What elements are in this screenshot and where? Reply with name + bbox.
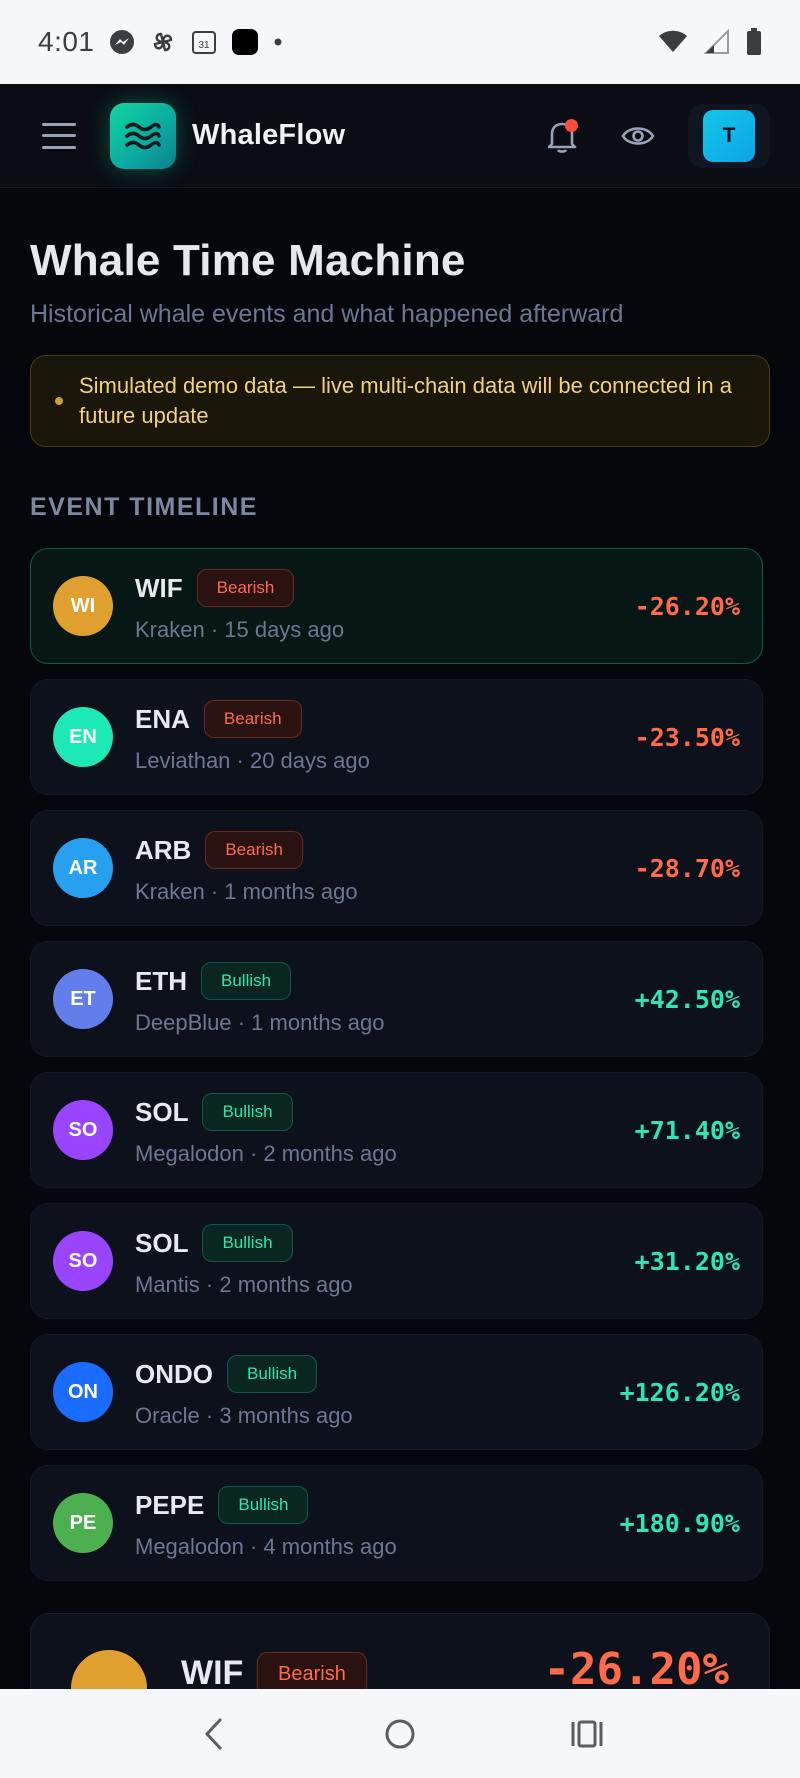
- page-subtitle: Historical whale events and what happene…: [30, 300, 624, 328]
- sentiment-badge: Bearish: [196, 569, 295, 607]
- price-change: +180.90%: [619, 1508, 740, 1538]
- avatar: T: [703, 109, 755, 162]
- demo-data-notice: Simulated demo data — live multi-chain d…: [30, 355, 770, 447]
- notifications-bell-icon[interactable]: [542, 116, 582, 156]
- coin-avatar: EN: [53, 707, 113, 767]
- event-row[interactable]: ET ETH Bullish DeepBlue · 1 months ago +42.5…: [30, 941, 763, 1057]
- clock: 4:01: [38, 26, 95, 57]
- watchlist-eye-icon[interactable]: [618, 116, 658, 156]
- event-row[interactable]: WI WIF Bearish Kraken · 15 days ago -26.20%: [30, 548, 763, 664]
- detail-ticker: WIF: [181, 1654, 244, 1692]
- coin-ticker: ENA: [135, 703, 190, 734]
- event-row[interactable]: ON ONDO Bullish Oracle · 3 months ago +126.2…: [30, 1334, 763, 1450]
- event-meta: Kraken · 1 months ago: [135, 879, 358, 904]
- sentiment-badge: Bearish: [205, 831, 303, 869]
- system-navigation-bar: [0, 1689, 800, 1778]
- notification-dot: [565, 118, 578, 132]
- coin-avatar: PE: [53, 1493, 113, 1553]
- price-change: -26.20%: [634, 591, 740, 621]
- detail-change: -26.20%: [543, 1644, 729, 1695]
- notice-dot-icon: [55, 397, 63, 405]
- menu-icon[interactable]: [42, 122, 76, 149]
- event-meta: Megalodon · 4 months ago: [135, 1534, 397, 1559]
- profile-button[interactable]: T: [688, 103, 770, 168]
- calendar-icon: 31: [191, 29, 217, 55]
- event-info: WIF Bearish Kraken · 15 days ago: [135, 569, 344, 643]
- section-heading: EVENT TIMELINE: [30, 493, 258, 521]
- sentiment-badge: Bearish: [203, 700, 302, 738]
- coin-avatar: SO: [53, 1231, 113, 1291]
- whale-waves-logo-icon: [110, 102, 176, 169]
- recent-apps-icon[interactable]: [557, 1704, 617, 1764]
- event-row[interactable]: AR ARB Bearish Kraken · 1 months ago -28.70%: [30, 810, 763, 926]
- event-info: SOL Bullish Mantis · 2 months ago: [135, 1224, 353, 1298]
- event-header: ETH Bullish: [135, 962, 385, 1000]
- event-header: SOL Bullish: [135, 1093, 397, 1131]
- svg-text:31: 31: [198, 40, 210, 51]
- event-row[interactable]: SO SOL Bullish Mantis · 2 months ago +31.20%: [30, 1203, 763, 1319]
- system-status-bar: 4:01 31: [0, 0, 800, 84]
- coin-ticker: ETH: [135, 965, 187, 996]
- event-row[interactable]: SO SOL Bullish Megalodon · 2 months ago +71.…: [30, 1072, 763, 1188]
- more-notifications-dot-icon: [273, 37, 283, 47]
- coin-avatar: SO: [53, 1100, 113, 1160]
- notice-text: Simulated demo data — live multi-chain d…: [79, 373, 733, 428]
- wifi-icon: [658, 30, 688, 54]
- sentiment-badge: Bullish: [227, 1355, 318, 1393]
- sentiment-badge: Bullish: [218, 1486, 309, 1524]
- event-meta: Kraken · 15 days ago: [135, 617, 345, 642]
- messenger-icon: [109, 29, 135, 55]
- coin-ticker: SOL: [135, 1096, 189, 1127]
- coin-avatar: WI: [53, 576, 113, 636]
- event-header: WIF Bearish: [135, 569, 344, 607]
- price-change: -23.50%: [634, 722, 740, 752]
- event-header: SOL Bullish: [135, 1224, 353, 1262]
- coin-avatar: AR: [53, 838, 113, 898]
- event-header: PEPE Bullish: [135, 1486, 397, 1524]
- coin-avatar: ET: [53, 969, 113, 1029]
- sentiment-badge: Bullish: [201, 962, 292, 1000]
- battery-icon: [746, 28, 762, 56]
- app-notification-icon: [231, 28, 259, 56]
- event-info: PEPE Bullish Megalodon · 4 months ago: [135, 1486, 397, 1560]
- event-info: ENA Bearish Leviathan · 20 days ago: [135, 700, 370, 774]
- price-change: +71.40%: [634, 1115, 740, 1145]
- coin-ticker: ONDO: [135, 1358, 213, 1389]
- sentiment-badge: Bullish: [202, 1224, 293, 1262]
- sentiment-badge: Bullish: [202, 1093, 293, 1131]
- back-icon[interactable]: [183, 1704, 243, 1764]
- main-content: Whale Time Machine Historical whale even…: [30, 188, 770, 1773]
- coin-ticker: ARB: [135, 834, 192, 865]
- event-meta: Oracle · 3 months ago: [135, 1403, 353, 1428]
- event-info: SOL Bullish Megalodon · 2 months ago: [135, 1093, 397, 1167]
- event-info: ETH Bullish DeepBlue · 1 months ago: [135, 962, 385, 1036]
- event-row[interactable]: PE PEPE Bullish Megalodon · 4 months ago +18…: [30, 1465, 763, 1581]
- coin-ticker: SOL: [135, 1227, 189, 1258]
- pinwheel-icon: [149, 28, 177, 56]
- event-info: ONDO Bullish Oracle · 3 months ago: [135, 1355, 353, 1429]
- event-header: ENA Bearish: [135, 700, 370, 738]
- coin-ticker: PEPE: [135, 1489, 205, 1520]
- coin-ticker: WIF: [135, 572, 183, 603]
- event-meta: Mantis · 2 months ago: [135, 1272, 353, 1297]
- app-header: WhaleFlow T: [0, 84, 800, 188]
- price-change: +126.20%: [619, 1377, 740, 1407]
- price-change: +31.20%: [634, 1246, 740, 1276]
- event-timeline: WI WIF Bearish Kraken · 15 days ago -26.20% E…: [30, 548, 763, 1581]
- price-change: -28.70%: [634, 853, 740, 883]
- event-info: ARB Bearish Kraken · 1 months ago: [135, 831, 358, 905]
- app-brand-name: WhaleFlow: [192, 119, 346, 151]
- event-header: ONDO Bullish: [135, 1355, 353, 1393]
- event-meta: Megalodon · 2 months ago: [135, 1141, 397, 1166]
- signal-icon: [704, 29, 730, 55]
- page-title: Whale Time Machine: [30, 236, 466, 285]
- coin-avatar: ON: [53, 1362, 113, 1422]
- event-row[interactable]: EN ENA Bearish Leviathan · 20 days ago -23.5…: [30, 679, 763, 795]
- event-meta: Leviathan · 20 days ago: [135, 748, 370, 773]
- home-icon[interactable]: [370, 1704, 430, 1764]
- price-change: +42.50%: [634, 984, 740, 1014]
- event-meta: DeepBlue · 1 months ago: [135, 1010, 385, 1035]
- event-header: ARB Bearish: [135, 831, 358, 869]
